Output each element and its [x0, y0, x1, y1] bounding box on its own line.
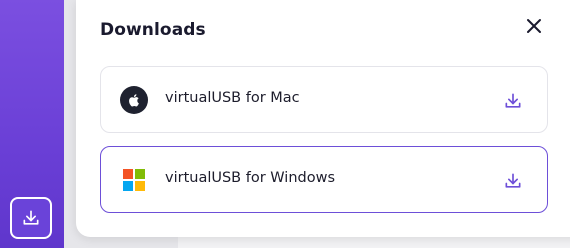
option-label-windows: virtualUSB for Windows	[165, 170, 336, 186]
popover-title: Downloads	[100, 20, 206, 40]
download-icon	[23, 210, 39, 225]
option-label-mac: virtualUSB for Mac	[165, 90, 300, 106]
close-button[interactable]	[522, 14, 546, 38]
download-option-mac[interactable]: virtualUSB for Mac	[100, 66, 548, 133]
sidebar-download-button[interactable]	[10, 197, 52, 239]
download-option-windows[interactable]: virtualUSB for Windows	[100, 146, 548, 213]
downloads-popover: Downloads virtualUSB for Mac virtualUSB …	[76, 0, 570, 237]
download-icon[interactable]	[502, 170, 524, 192]
app-stage: Downloads virtualUSB for Mac virtualUSB …	[0, 0, 570, 248]
close-icon	[527, 19, 541, 33]
apple-icon	[120, 86, 148, 114]
download-icon[interactable]	[502, 90, 524, 112]
windows-icon	[120, 166, 148, 194]
sidebar-rail	[0, 0, 64, 248]
